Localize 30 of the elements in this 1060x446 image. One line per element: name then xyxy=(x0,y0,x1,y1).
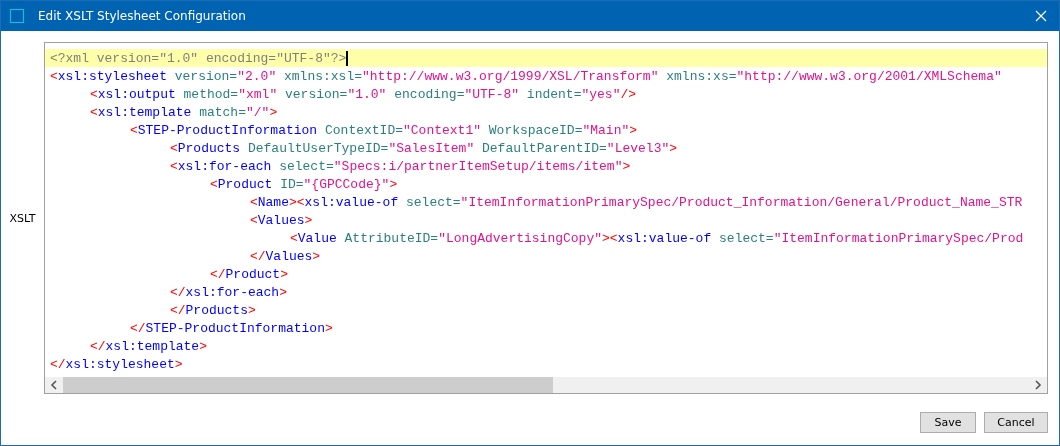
window-icon xyxy=(9,8,25,24)
close-icon[interactable] xyxy=(1035,10,1047,22)
code-line: </Product> xyxy=(209,266,288,282)
dialog-button[interactable]: Save xyxy=(920,412,976,433)
scroll-right-icon[interactable] xyxy=(1034,380,1042,390)
code-line: <?xml version="1.0" encoding="UTF-8"?> xyxy=(49,50,347,66)
code-line: </Values> xyxy=(249,248,321,264)
code-line: <xsl:for-each select="Specs:i/partnerItemSetup/items/item"> xyxy=(169,158,631,174)
scrollbar-thumb[interactable] xyxy=(62,377,553,393)
code-line: </xsl:for-each> xyxy=(169,284,287,300)
code-line: <xsl:template match="/"> xyxy=(89,104,278,120)
code-line: </STEP-ProductInformation> xyxy=(129,320,333,336)
text-caret xyxy=(346,50,349,66)
field-label: XSLT xyxy=(8,211,37,225)
code-line: <xsl:output method="xml" version="1.0" encoding="UTF-8" indent="yes"/> xyxy=(89,86,637,102)
horizontal-scrollbar[interactable] xyxy=(44,377,1047,393)
code-line: <STEP-ProductInformation ContextID="Context1" WorkspaceID="Main"> xyxy=(129,122,638,138)
code-line: <Values> xyxy=(249,212,313,228)
code-line: <Product ID="{GPCCode}"> xyxy=(209,176,398,192)
code-line: <Name><xsl:value-of select="ItemInformationPrimarySpec/Product_Information/General/Product_Name_STR xyxy=(249,194,1023,210)
code-line: </Products> xyxy=(169,302,256,318)
code-line: <Products DefaultUserTypeID="SalesItem" DefaultParentID="Level3"> xyxy=(169,140,678,156)
code-line: <xsl:stylesheet version="2.0" xmlns:xsl="http://www.w3.org/1999/XSL/Transform" xmlns:xs="http://www.w3.org/2001/XMLSchema" xyxy=(49,68,1002,84)
code-editor[interactable] xyxy=(43,42,1048,394)
scroll-left-icon[interactable] xyxy=(49,380,58,390)
dialog-button[interactable]: Cancel xyxy=(984,412,1048,433)
window-title: Edit XSLT Stylesheet Configuration xyxy=(38,9,247,23)
code-line: </xsl:template> xyxy=(89,338,207,354)
code-line: </xsl:stylesheet> xyxy=(49,356,183,372)
code-line: <Value AttributeID="LongAdvertisingCopy"><xsl:value-of select="ItemInformationPrimarySpec/Prod xyxy=(289,230,1024,246)
